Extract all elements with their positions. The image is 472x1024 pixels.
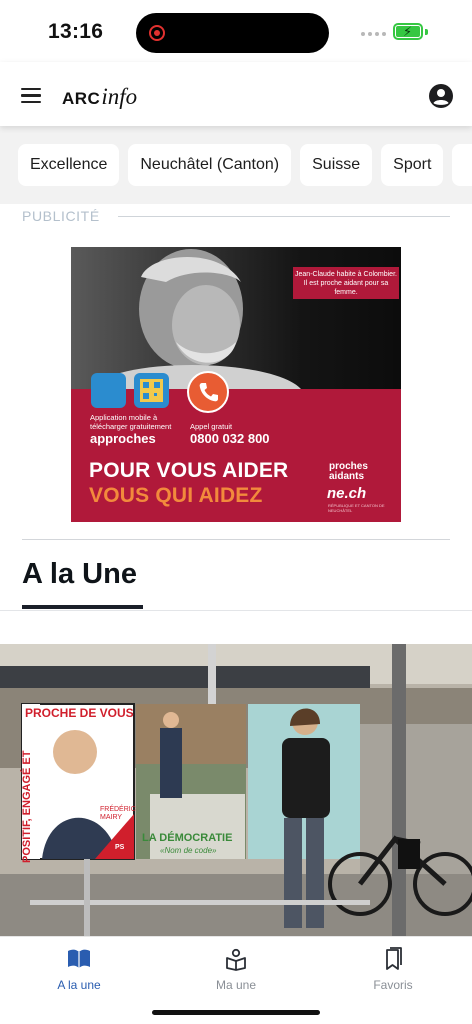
ad-phone-number: 0800 032 800: [190, 431, 270, 446]
open-book-icon: [68, 949, 90, 968]
recording-indicator-icon: [149, 25, 165, 41]
home-indicator[interactable]: [152, 1010, 320, 1015]
divider: [22, 539, 450, 540]
poster-2-subtitle: «Nom de code»: [160, 846, 217, 855]
tab-label: Ma une: [215, 978, 257, 992]
ad-portrait-photo: Jean-Claude habite à Colombier. Il est p…: [71, 247, 401, 389]
ad-slogan-line-1: POUR VOUS AIDER: [89, 459, 289, 482]
account-icon[interactable]: [429, 84, 453, 108]
ad-app-name: approches: [90, 431, 156, 446]
ad-app-text: Application mobile à télécharger gratuit…: [90, 413, 172, 431]
poster-candidate-name: FRÉDÉRIC MAIRY: [100, 806, 136, 821]
divider: [118, 216, 450, 217]
tab-label: Favoris: [373, 978, 413, 992]
battery-cap: [425, 29, 428, 35]
phone-icon: [187, 371, 229, 413]
advertisement-label: PUBLICITÉ: [22, 208, 100, 224]
status-bar: 13:16 ⚡: [0, 0, 472, 62]
dynamic-island: [136, 13, 329, 53]
tab-label: A la une: [57, 978, 101, 992]
chip-excellence[interactable]: Excellence: [18, 144, 120, 186]
logo-accent: info: [101, 84, 138, 109]
category-chips-bar: Excellence Neuchâtel (Canton) Suisse Spo…: [0, 126, 472, 204]
tab-ma-une[interactable]: Ma une: [176, 947, 296, 992]
qr-code-icon: [134, 373, 169, 408]
chip-more[interactable]: [452, 144, 472, 186]
ad-brand-ne-ch: ne.ch: [327, 485, 367, 502]
divider: [0, 610, 472, 611]
chip-neuchatel-canton[interactable]: Neuchâtel (Canton): [128, 144, 292, 186]
section-title-underline: [22, 605, 143, 609]
section-title: A la Une: [22, 558, 137, 590]
status-time: 13:16: [48, 20, 104, 43]
hamburger-menu-icon[interactable]: [21, 88, 41, 104]
poster-party: PS: [115, 844, 125, 851]
ad-brand-proches-aidants: proches aidants: [329, 461, 368, 482]
ad-call-text: Appel gratuit: [190, 422, 233, 431]
ad-brand-small: RÉPUBLIQUE ET CANTON DE NEUCHÂTEL: [328, 503, 385, 513]
signal-icon: [361, 32, 386, 36]
ad-caption: Jean-Claude habite à Colombier. Il est p…: [293, 267, 399, 299]
charging-bolt-icon: ⚡: [403, 24, 413, 39]
chip-sport[interactable]: Sport: [381, 144, 444, 186]
battery-icon: ⚡: [393, 23, 423, 40]
top-article-image[interactable]: PROCHE DE VOUS POSITIF, ENGAGÉ ET FRÉDÉR…: [0, 644, 472, 936]
poster-headline: PROCHE DE VOUS: [25, 706, 134, 720]
advertisement-banner[interactable]: Jean-Claude habite à Colombier. Il est p…: [71, 247, 401, 522]
app-logo-icon: [91, 373, 126, 408]
ad-slogan-line-2: VOUS QUI AIDEZ: [89, 484, 263, 507]
poster-side-text: POSITIF, ENGAGÉ ET: [21, 750, 33, 863]
poster-2-text: LA DÉMOCRATIE: [142, 832, 233, 844]
election-posters-photo: [0, 644, 472, 936]
bookmarks-icon: [386, 947, 402, 970]
app-header: ARC info: [0, 62, 472, 126]
chip-suisse[interactable]: Suisse: [300, 144, 373, 186]
arcinfo-logo[interactable]: ARC info: [62, 84, 138, 109]
reader-book-icon: [226, 948, 246, 971]
logo-main: ARC: [62, 89, 101, 108]
tab-a-la-une[interactable]: A la une: [19, 947, 139, 992]
tab-favoris[interactable]: Favoris: [333, 947, 453, 992]
